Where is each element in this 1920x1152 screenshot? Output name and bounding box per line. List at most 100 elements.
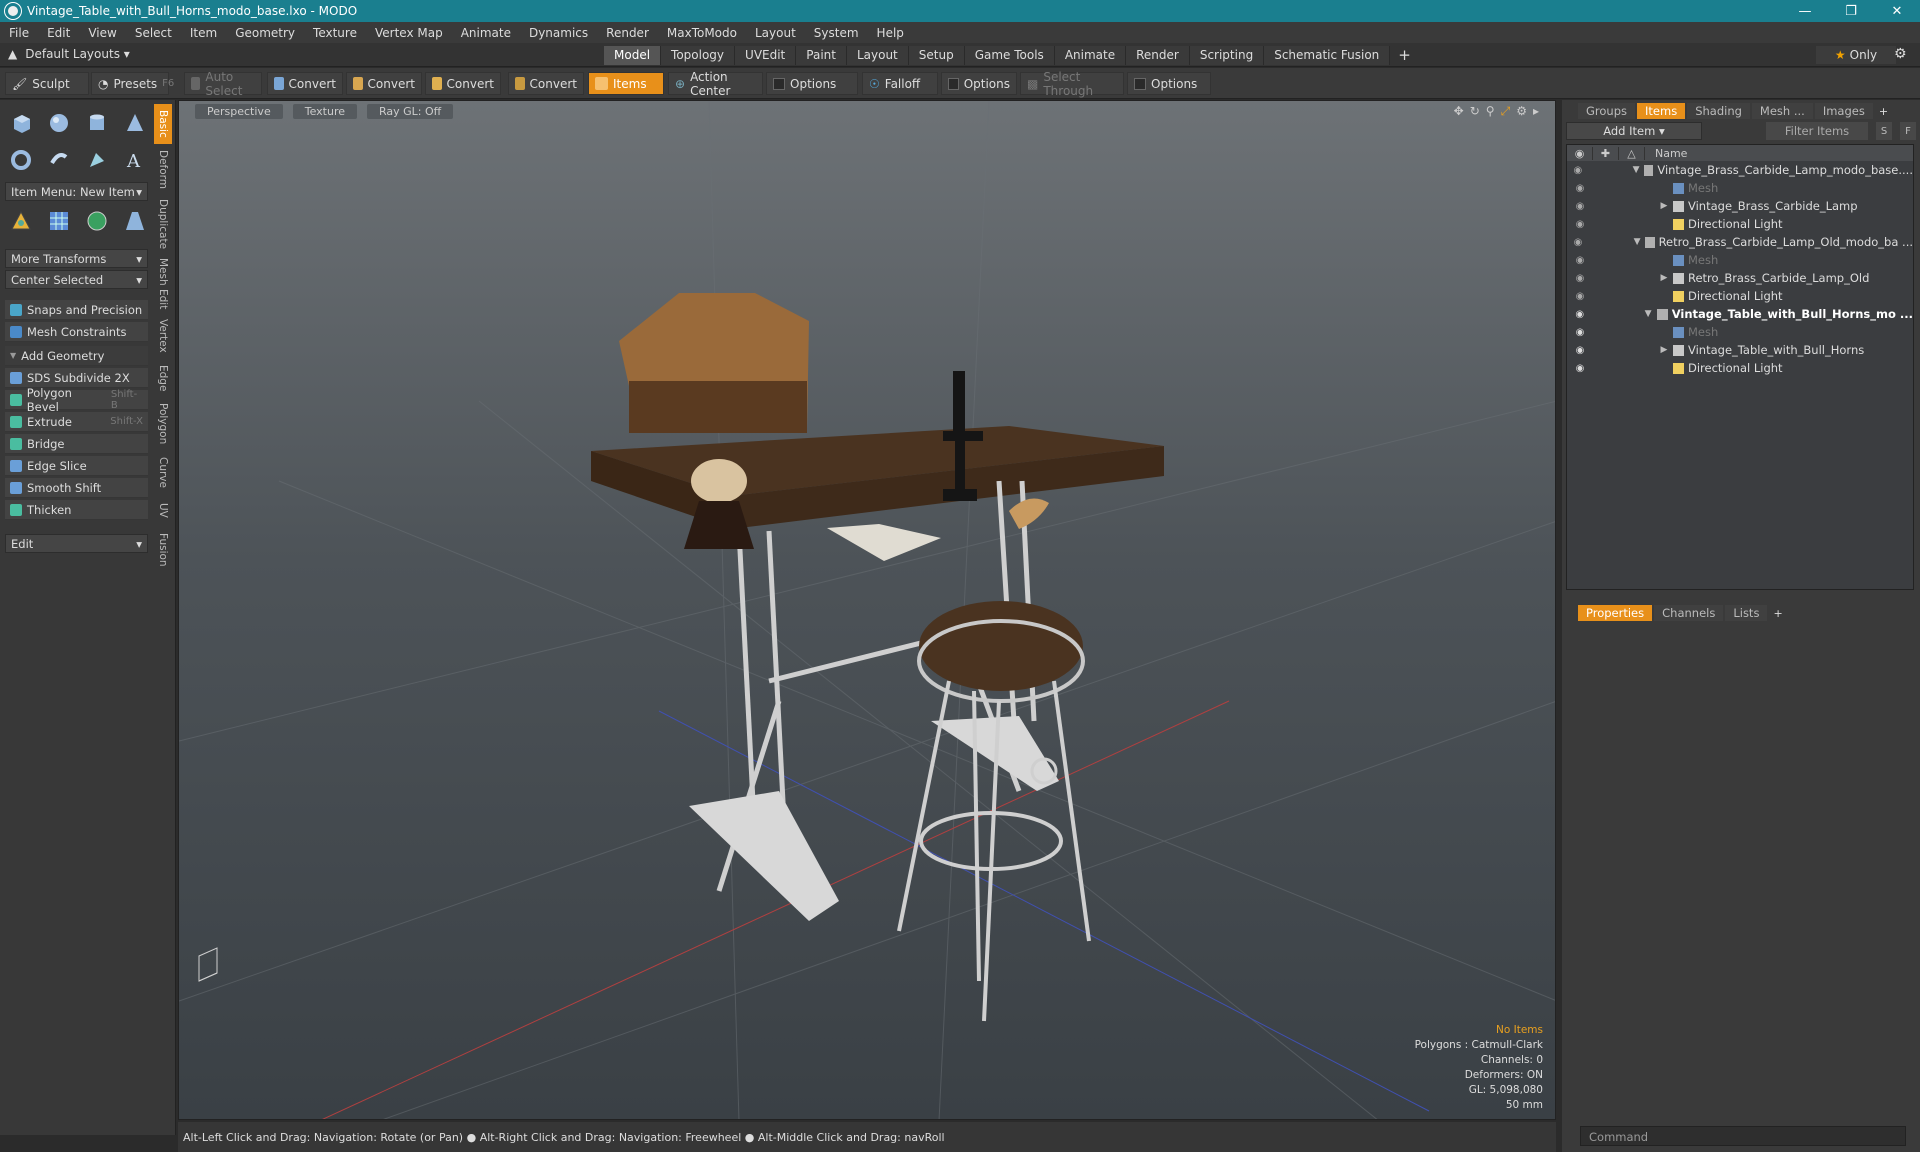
menu-system[interactable]: System: [805, 26, 868, 40]
add-geometry-section[interactable]: ▼ Add Geometry: [5, 346, 148, 366]
eye-icon[interactable]: ◉: [1567, 309, 1592, 320]
layout-up-icon[interactable]: ▲: [8, 47, 17, 61]
tree-row[interactable]: ◉ ▼ Retro_Brass_Carbide_Lamp_Old_modo_ba .…: [1567, 233, 1913, 251]
tab-lists[interactable]: Lists: [1725, 605, 1768, 621]
options-checkbox[interactable]: [773, 77, 785, 90]
falloff-options[interactable]: Options: [941, 72, 1017, 95]
tree-row[interactable]: ◉ ▼ Vintage_Brass_Carbide_Lamp_modo_base..…: [1567, 161, 1913, 179]
eye-icon[interactable]: ◉: [1567, 237, 1589, 248]
vtab-vertex[interactable]: Vertex: [154, 316, 172, 356]
command-input[interactable]: Command: [1580, 1126, 1906, 1146]
convert-vertices-button[interactable]: Convert: [267, 72, 343, 95]
gear-icon[interactable]: ⚙: [1894, 46, 1907, 62]
eye-icon[interactable]: ◉: [1567, 219, 1593, 230]
filter-items-input[interactable]: Filter Items: [1766, 122, 1868, 140]
menu-maxtomodo[interactable]: MaxToModo: [658, 26, 746, 40]
tree-row[interactable]: ◉ ▼ Vintage_Table_with_Bull_Horns_mo ...: [1567, 305, 1913, 323]
tab-paint[interactable]: Paint: [796, 46, 847, 65]
vtab-curve[interactable]: Curve: [154, 452, 172, 492]
tab-uvedit[interactable]: UVEdit: [735, 46, 797, 65]
menu-view[interactable]: View: [79, 26, 125, 40]
vtab-deform[interactable]: Deform: [154, 148, 172, 192]
perspective-grid-icon[interactable]: [119, 206, 151, 236]
globe-icon[interactable]: [81, 206, 113, 236]
3d-viewport[interactable]: Perspective Texture Ray GL: Off ✥ ↻ ⚲ ⤢ …: [178, 100, 1556, 1120]
tab-shading[interactable]: Shading: [1687, 103, 1750, 119]
only-toggle[interactable]: ★ Only: [1816, 46, 1896, 64]
grid-icon[interactable]: [43, 206, 75, 236]
select-through-options[interactable]: Options: [1127, 72, 1211, 95]
eye-icon[interactable]: ◉: [1567, 291, 1593, 302]
presets-button[interactable]: ◔ Presets F6: [91, 72, 174, 95]
eye-icon[interactable]: ◉: [1567, 201, 1593, 212]
tab-images[interactable]: Images: [1814, 103, 1873, 119]
f-filter-button[interactable]: F: [1900, 122, 1916, 140]
tab-groups[interactable]: Groups: [1578, 103, 1636, 119]
lock-column-icon[interactable]: ✚: [1593, 146, 1619, 160]
tab-setup[interactable]: Setup: [908, 46, 965, 65]
menu-texture[interactable]: Texture: [304, 26, 366, 40]
sculpt-button[interactable]: 🖌 Sculpt: [5, 72, 89, 95]
tree-row[interactable]: ◉ ▶ Retro_Brass_Carbide_Lamp_Old: [1567, 269, 1913, 287]
add-tab-icon[interactable]: +: [1390, 46, 1419, 65]
expand-arrow-icon[interactable]: ▶: [1659, 201, 1669, 211]
minimize-icon[interactable]: —: [1782, 0, 1828, 22]
tab-render[interactable]: Render: [1126, 46, 1190, 65]
menu-render[interactable]: Render: [597, 26, 658, 40]
add-properties-tab-icon[interactable]: +: [1773, 607, 1782, 620]
extrude-button[interactable]: Extrude Shift-X: [5, 412, 148, 432]
more-transforms-dropdown[interactable]: More Transforms ▾: [5, 249, 148, 268]
smooth-shift-button[interactable]: Smooth Shift: [5, 478, 148, 498]
vtab-mesh-edit[interactable]: Mesh Edit: [154, 256, 172, 312]
expand-arrow-icon[interactable]: ▼: [1632, 165, 1640, 175]
menu-help[interactable]: Help: [868, 26, 913, 40]
close-icon[interactable]: ✕: [1874, 0, 1920, 22]
snaps-precision-button[interactable]: Snaps and Precision: [5, 300, 148, 320]
convert-edges-button[interactable]: Convert: [346, 72, 422, 95]
expand-arrow-icon[interactable]: ▼: [1633, 237, 1641, 247]
eye-icon[interactable]: ◉: [1567, 345, 1593, 356]
restore-icon[interactable]: ❐: [1828, 0, 1874, 22]
menu-animate[interactable]: Animate: [452, 26, 520, 40]
vtab-polygon[interactable]: Polygon: [154, 400, 172, 448]
add-panel-tab-icon[interactable]: +: [1879, 105, 1888, 118]
add-item-dropdown[interactable]: Add Item ▾: [1566, 122, 1702, 140]
tab-properties[interactable]: Properties: [1578, 605, 1653, 621]
vtab-uv[interactable]: UV: [154, 496, 172, 524]
cylinder-icon[interactable]: [81, 108, 113, 138]
item-menu-dropdown[interactable]: Item Menu: New Item ▾: [5, 182, 148, 201]
eye-icon[interactable]: ◉: [1567, 165, 1589, 176]
capsule-icon[interactable]: [43, 145, 75, 175]
sphere-icon[interactable]: [43, 108, 75, 138]
expand-arrow-icon[interactable]: ▼: [1643, 309, 1653, 319]
tab-schematic-fusion[interactable]: Schematic Fusion: [1264, 46, 1391, 65]
center-selected-dropdown[interactable]: Center Selected ▾: [5, 270, 148, 289]
thicken-button[interactable]: Thicken: [5, 500, 148, 520]
edit-dropdown[interactable]: Edit ▾: [5, 534, 148, 553]
name-column-header[interactable]: Name: [1645, 147, 1687, 160]
tab-layout[interactable]: Layout: [846, 46, 909, 65]
edge-slice-button[interactable]: Edge Slice: [5, 456, 148, 476]
tab-channels[interactable]: Channels: [1654, 605, 1724, 621]
menu-file[interactable]: File: [0, 26, 38, 40]
tree-row[interactable]: ◉ ▶ Vintage_Table_with_Bull_Horns: [1567, 341, 1913, 359]
transform-icon[interactable]: [5, 206, 37, 236]
action-center-button[interactable]: ⊕ Action Center: [668, 70, 763, 98]
tree-row[interactable]: ◉ Directional Light: [1567, 215, 1913, 233]
tree-row[interactable]: ◉ Mesh: [1567, 179, 1913, 197]
default-layouts-dropdown[interactable]: Default Layouts ▾: [25, 47, 130, 61]
cone-icon[interactable]: [119, 108, 151, 138]
tab-topology[interactable]: Topology: [661, 46, 736, 65]
eye-icon[interactable]: ◉: [1567, 255, 1593, 266]
pen-icon[interactable]: [81, 145, 113, 175]
tab-mesh[interactable]: Mesh ...: [1751, 103, 1813, 119]
select-through-button[interactable]: ▩ Select Through: [1020, 70, 1124, 98]
render-column-icon[interactable]: △: [1619, 146, 1645, 160]
vtab-duplicate[interactable]: Duplicate: [154, 196, 172, 252]
torus-icon[interactable]: [5, 145, 37, 175]
action-center-options[interactable]: Options: [766, 72, 858, 95]
expand-arrow-icon[interactable]: ▶: [1659, 273, 1669, 283]
tree-row[interactable]: ◉ Mesh: [1567, 323, 1913, 341]
eye-icon[interactable]: ◉: [1567, 363, 1593, 374]
menu-vertex-map[interactable]: Vertex Map: [366, 26, 452, 40]
